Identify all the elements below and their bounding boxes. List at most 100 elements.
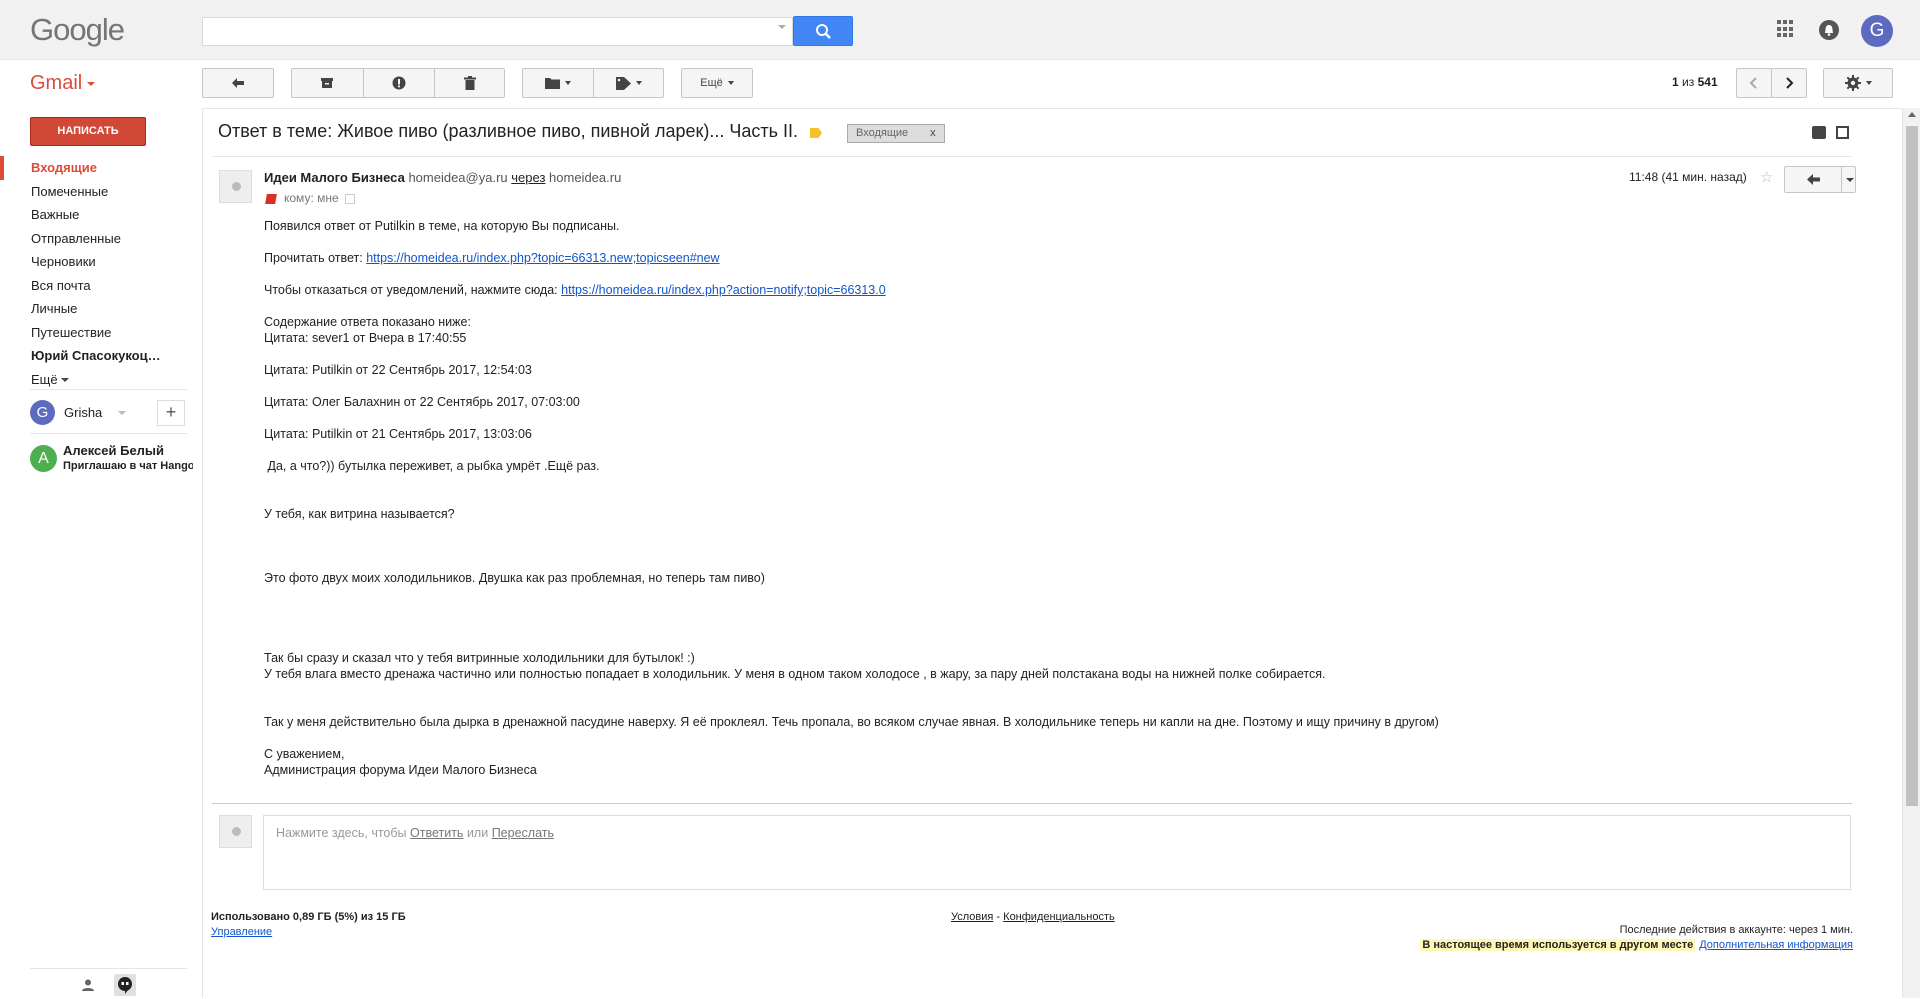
compose-button[interactable]: НАПИСАТЬ <box>30 117 146 146</box>
google-logo[interactable]: Google <box>30 12 125 48</box>
sidebar-item-sent[interactable]: Отправленные <box>0 227 202 251</box>
recipients-line[interactable]: кому: мне <box>265 191 355 205</box>
sidebar-item-travel[interactable]: Путешествие <box>0 321 202 345</box>
hangouts-contact[interactable]: A Алексей Белый Приглашаю в чат Hangouts <box>30 443 195 477</box>
remove-label-icon[interactable]: x <box>930 127 936 139</box>
back-button[interactable] <box>202 68 274 98</box>
gear-icon <box>1844 75 1861 91</box>
chevron-down-icon <box>60 378 69 383</box>
terms-link[interactable]: Условия <box>951 911 993 923</box>
sidebar-item-starred[interactable]: Помеченные <box>0 180 202 204</box>
new-conversation-button[interactable]: + <box>157 400 185 426</box>
message-time: 11:48 (41 мин. назад) <box>1629 170 1747 184</box>
scrollbar[interactable] <box>1902 108 1920 998</box>
person-icon[interactable] <box>82 979 94 991</box>
reply-button-group <box>1784 166 1856 193</box>
apps-grid-icon[interactable] <box>1777 20 1795 38</box>
via-link[interactable]: через <box>511 170 545 185</box>
reply-link[interactable]: Ответить <box>410 826 463 840</box>
older-button[interactable] <box>1771 68 1807 98</box>
sidebar-item-more[interactable]: Ещё <box>0 368 202 392</box>
sidebar-item-inbox[interactable]: Входящие <box>0 156 202 180</box>
sidebar-item-personal[interactable]: Личные <box>0 297 202 321</box>
newer-button[interactable] <box>1736 68 1772 98</box>
delete-button[interactable] <box>435 69 505 97</box>
avatar: G <box>30 400 55 425</box>
divider <box>212 156 1852 157</box>
more-reply-options-button[interactable] <box>1841 167 1856 192</box>
archive-icon <box>321 78 333 88</box>
manage-link-wrap: Управление <box>211 926 272 938</box>
new-window-icon[interactable] <box>1836 126 1849 139</box>
label-chip-inbox: Входящие x <box>847 124 945 143</box>
chevron-down-icon <box>727 81 734 85</box>
forward-link[interactable]: Переслать <box>492 826 554 840</box>
account-activity: Последние действия в аккаунте: через 1 м… <box>1619 924 1853 936</box>
account-avatar[interactable]: G <box>1861 15 1893 47</box>
move-to-button[interactable] <box>522 69 593 97</box>
storage-text: Использовано 0,89 ГБ (5%) из 15 ГБ <box>211 911 406 923</box>
footer-links: Условия - Конфиденциальность <box>951 911 1115 923</box>
search-options-caret-icon[interactable] <box>778 25 786 29</box>
reply-or: или <box>466 826 489 840</box>
gmail-menu[interactable]: Gmail <box>30 72 96 95</box>
labels-button[interactable] <box>594 69 664 97</box>
body-line: У тебя, как витрина называется? <box>264 507 455 521</box>
chevron-down-icon[interactable] <box>118 411 126 415</box>
star-icon[interactable]: ☆ <box>1760 168 1773 186</box>
unsubscribe-line: Чтобы отказаться от уведомлений, нажмите… <box>264 282 1864 298</box>
show-details-icon[interactable] <box>344 193 355 204</box>
hangouts-user[interactable]: G Grisha + <box>30 400 190 430</box>
hangouts-user-name: Grisha <box>64 405 103 420</box>
scroll-thumb[interactable] <box>1906 126 1918 806</box>
avatar: A <box>30 445 57 472</box>
search-icon <box>816 24 831 39</box>
sidebar-more-label: Ещё <box>31 371 58 387</box>
manage-storage-link[interactable]: Управление <box>211 926 272 938</box>
more-actions-button[interactable]: Ещё <box>681 68 753 98</box>
notifications-bell-icon[interactable] <box>1819 20 1839 40</box>
reply-button[interactable] <box>1785 167 1841 192</box>
sidebar-item-important[interactable]: Важные <box>0 203 202 227</box>
via-domain: homeidea.ru <box>549 170 622 185</box>
body-line: Так бы сразу и сказал что у тебя витринн… <box>264 651 695 665</box>
archive-button[interactable] <box>291 69 363 97</box>
sidebar-footer <box>30 968 187 998</box>
print-icon[interactable] <box>1812 126 1826 139</box>
contact-name: Алексей Белый <box>63 443 165 458</box>
back-arrow-icon <box>232 78 244 88</box>
hangouts-icon[interactable] <box>114 974 136 996</box>
read-reply-link[interactable]: https://homeidea.ru/index.php?topic=6631… <box>366 251 719 265</box>
search-button[interactable] <box>793 16 853 46</box>
chevron-down-icon <box>564 81 571 85</box>
sender-name[interactable]: Идеи Малого Бизнеса <box>264 170 405 185</box>
important-marker-icon[interactable] <box>265 193 277 204</box>
privacy-link[interactable]: Конфиденциальность <box>1003 911 1115 923</box>
folder-icon <box>544 78 560 89</box>
quick-reply-box[interactable]: Нажмите здесь, чтобы Ответить или Пересл… <box>263 815 1851 890</box>
reply-prompt: Нажмите здесь, чтобы <box>276 826 407 840</box>
report-spam-button[interactable] <box>364 69 434 97</box>
account-activity-status: В настоящее время используется в другом … <box>1420 939 1853 951</box>
body-line: Это фото двух моих холодильников. Двушка… <box>264 571 765 585</box>
scroll-up-icon[interactable] <box>1908 112 1916 117</box>
sidebar-item-drafts[interactable]: Черновики <box>0 250 202 274</box>
gmail-label: Gmail <box>30 72 83 94</box>
message-body: Появился ответ от Putilkin в теме, на ко… <box>264 218 1864 778</box>
chevron-down-icon <box>1865 81 1872 85</box>
unsubscribe-link[interactable]: https://homeidea.ru/index.php?action=not… <box>561 283 886 297</box>
settings-button[interactable] <box>1823 68 1893 98</box>
to-label: кому: мне <box>284 191 339 205</box>
divider <box>30 433 187 434</box>
sidebar-item-all-mail[interactable]: Вся почта <box>0 274 202 298</box>
pagination-text: 1 из 541 <box>1672 75 1718 89</box>
sender-email: homeidea@ya.ru <box>408 170 508 185</box>
body-line: У тебя влага вместо дренажа частично или… <box>264 667 1326 681</box>
used-elsewhere-text: В настоящее время используется в другом … <box>1420 939 1696 951</box>
search-input[interactable] <box>202 17 793 46</box>
more-label: Ещё <box>700 77 723 89</box>
contact-status: Приглашаю в чат Hangouts <box>63 460 193 472</box>
details-link[interactable]: Дополнительная информация <box>1699 939 1853 951</box>
sidebar-item-label-yuri[interactable]: Юрий Спасокукоц… <box>0 344 202 368</box>
quote-line: Цитата: Олег Балахнин от 22 Сентябрь 201… <box>264 395 580 409</box>
